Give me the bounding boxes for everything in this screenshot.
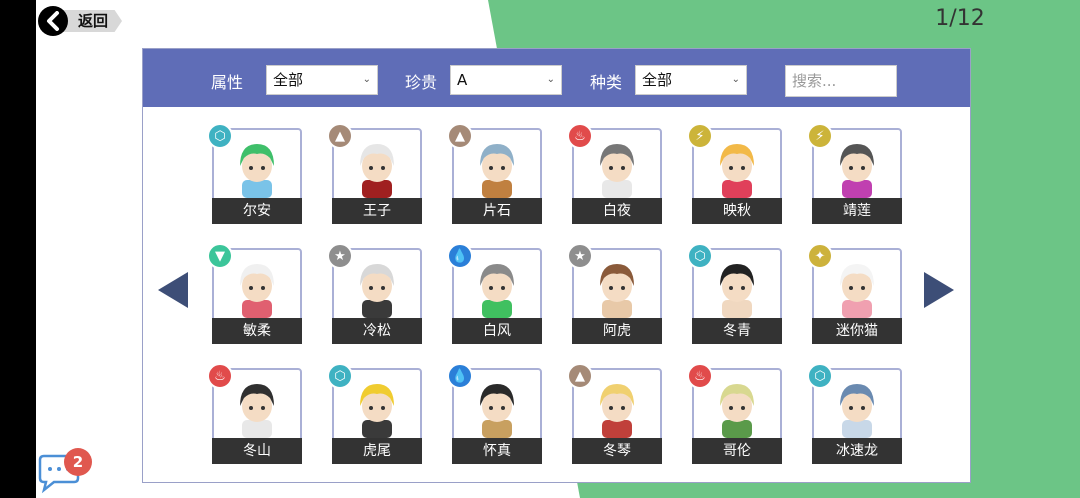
character-portrait bbox=[480, 144, 514, 198]
type-select[interactable]: 全部 ⌄ bbox=[635, 65, 747, 95]
back-label: 返回 bbox=[60, 10, 123, 32]
attribute-select[interactable]: 全部 ⌄ bbox=[266, 65, 378, 95]
thunder-element-icon: ⚡ bbox=[807, 123, 833, 149]
search-input[interactable] bbox=[785, 65, 897, 97]
character-name: 怀真 bbox=[452, 438, 542, 464]
character-portrait bbox=[240, 264, 274, 318]
character-card[interactable]: ⬡ 尔安 bbox=[207, 123, 302, 224]
character-name: 白夜 bbox=[572, 198, 662, 224]
character-portrait bbox=[840, 384, 874, 438]
character-card[interactable]: ★ 阿虎 bbox=[567, 243, 662, 344]
character-card[interactable]: ★ 冷松 bbox=[327, 243, 422, 344]
character-portrait bbox=[600, 144, 634, 198]
chevron-down-icon: ⌄ bbox=[546, 74, 555, 85]
character-card[interactable]: 💧 白风 bbox=[447, 243, 542, 344]
character-card[interactable]: ⬡ 冬青 bbox=[687, 243, 782, 344]
character-name: 冰速龙 bbox=[812, 438, 902, 464]
thunder-element-icon: ⚡ bbox=[687, 123, 713, 149]
character-card[interactable]: ⬡ 冰速龙 bbox=[807, 363, 902, 464]
fire-element-icon: ♨ bbox=[687, 363, 713, 389]
character-name: 片石 bbox=[452, 198, 542, 224]
character-name: 冬琴 bbox=[572, 438, 662, 464]
neutral-element-icon: ★ bbox=[567, 243, 593, 269]
character-portrait bbox=[720, 264, 754, 318]
character-card[interactable]: ♨ 白夜 bbox=[567, 123, 662, 224]
character-portrait bbox=[720, 144, 754, 198]
chevron-down-icon: ⌄ bbox=[731, 74, 740, 85]
character-card[interactable]: ▲ 片石 bbox=[447, 123, 542, 224]
character-portrait bbox=[840, 264, 874, 318]
left-bar bbox=[0, 0, 36, 498]
fire-element-icon: ♨ bbox=[207, 363, 233, 389]
back-button[interactable]: 返回 bbox=[38, 6, 123, 36]
earth-element-icon: ▲ bbox=[327, 123, 353, 149]
character-name: 尔安 bbox=[212, 198, 302, 224]
water-element-icon: 💧 bbox=[447, 363, 473, 389]
character-card[interactable]: ♨ 冬山 bbox=[207, 363, 302, 464]
attribute-label: 属性 bbox=[211, 73, 244, 92]
rarity-label: 珍贵 bbox=[405, 73, 438, 92]
earth-element-icon: ▲ bbox=[567, 363, 593, 389]
character-card[interactable]: ⬡ 虎尾 bbox=[327, 363, 422, 464]
chevron-down-icon: ⌄ bbox=[362, 74, 371, 85]
character-name: 冬青 bbox=[692, 318, 782, 344]
neutral-element-icon: ★ bbox=[327, 243, 353, 269]
character-portrait bbox=[480, 384, 514, 438]
character-card[interactable]: ▲ 王子 bbox=[327, 123, 422, 224]
character-card[interactable]: ✦ 迷你猫 bbox=[807, 243, 902, 344]
character-card[interactable]: ♨ 哥伦 bbox=[687, 363, 782, 464]
character-portrait bbox=[360, 264, 394, 318]
character-portrait bbox=[360, 384, 394, 438]
wind-element-icon: ⬡ bbox=[807, 363, 833, 389]
type-label: 种类 bbox=[590, 73, 623, 92]
character-card[interactable]: ▲ 冬琴 bbox=[567, 363, 662, 464]
character-name: 冬山 bbox=[212, 438, 302, 464]
character-portrait bbox=[480, 264, 514, 318]
wind-element-icon: ⬡ bbox=[207, 123, 233, 149]
fire-element-icon: ♨ bbox=[567, 123, 593, 149]
character-name: 白风 bbox=[452, 318, 542, 344]
type-value: 全部 bbox=[642, 71, 673, 89]
character-name: 王子 bbox=[332, 198, 422, 224]
character-portrait bbox=[600, 384, 634, 438]
character-card[interactable]: ▼ 敏柔 bbox=[207, 243, 302, 344]
nature-element-icon: ▼ bbox=[207, 243, 233, 269]
notification-badge: 2 bbox=[64, 448, 92, 476]
previous-page-arrow-icon[interactable] bbox=[158, 272, 188, 308]
filter-bar: 属性 全部 ⌄ 珍贵 A ⌄ 种类 全部 ⌄ bbox=[143, 49, 970, 107]
attribute-value: 全部 bbox=[273, 71, 304, 89]
character-card[interactable]: ⚡ 靖莲 bbox=[807, 123, 902, 224]
rarity-value: A bbox=[457, 71, 468, 89]
earth-element-icon: ▲ bbox=[447, 123, 473, 149]
character-name: 敏柔 bbox=[212, 318, 302, 344]
character-portrait bbox=[840, 144, 874, 198]
character-portrait bbox=[240, 384, 274, 438]
light-element-icon: ✦ bbox=[807, 243, 833, 269]
rarity-select[interactable]: A ⌄ bbox=[450, 65, 562, 95]
next-page-arrow-icon[interactable] bbox=[924, 272, 954, 308]
character-card[interactable]: ⚡ 映秋 bbox=[687, 123, 782, 224]
character-portrait bbox=[600, 264, 634, 318]
character-card[interactable]: 💧 怀真 bbox=[447, 363, 542, 464]
wind-element-icon: ⬡ bbox=[327, 363, 353, 389]
character-name: 映秋 bbox=[692, 198, 782, 224]
character-name: 迷你猫 bbox=[812, 318, 902, 344]
character-name: 哥伦 bbox=[692, 438, 782, 464]
character-portrait bbox=[240, 144, 274, 198]
chevron-left-icon bbox=[38, 6, 68, 36]
character-name: 靖莲 bbox=[812, 198, 902, 224]
character-portrait bbox=[360, 144, 394, 198]
page-indicator: 1/12 bbox=[935, 6, 985, 31]
wind-element-icon: ⬡ bbox=[687, 243, 713, 269]
water-element-icon: 💧 bbox=[447, 243, 473, 269]
character-name: 虎尾 bbox=[332, 438, 422, 464]
character-portrait bbox=[720, 384, 754, 438]
character-name: 阿虎 bbox=[572, 318, 662, 344]
character-name: 冷松 bbox=[332, 318, 422, 344]
